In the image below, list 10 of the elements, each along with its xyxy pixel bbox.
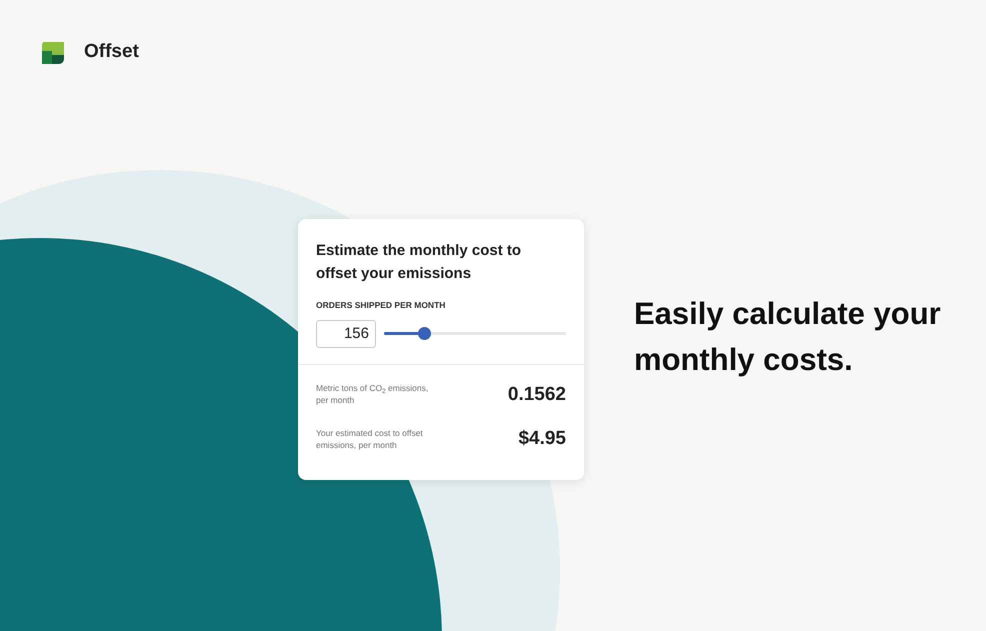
calculator-title: Estimate the monthly cost to offset your emissions	[316, 240, 522, 284]
field-label: ORDERS SHIPPED PER MONTH	[316, 299, 446, 312]
result-value: 0.1562	[508, 382, 566, 407]
result-label: Your estimated cost to offset emissions, per month	[316, 428, 424, 452]
result-label: Metric tons of CO$_{2}$ emissions, per month	[316, 383, 430, 407]
result-value: $4.95	[518, 427, 566, 452]
orders-input-field[interactable]: 156	[316, 320, 376, 348]
headline: Easily calculate your monthly costs.	[634, 294, 942, 379]
slider-thumb[interactable]	[418, 327, 432, 340]
brand-name[interactable]: Offset	[84, 38, 139, 66]
